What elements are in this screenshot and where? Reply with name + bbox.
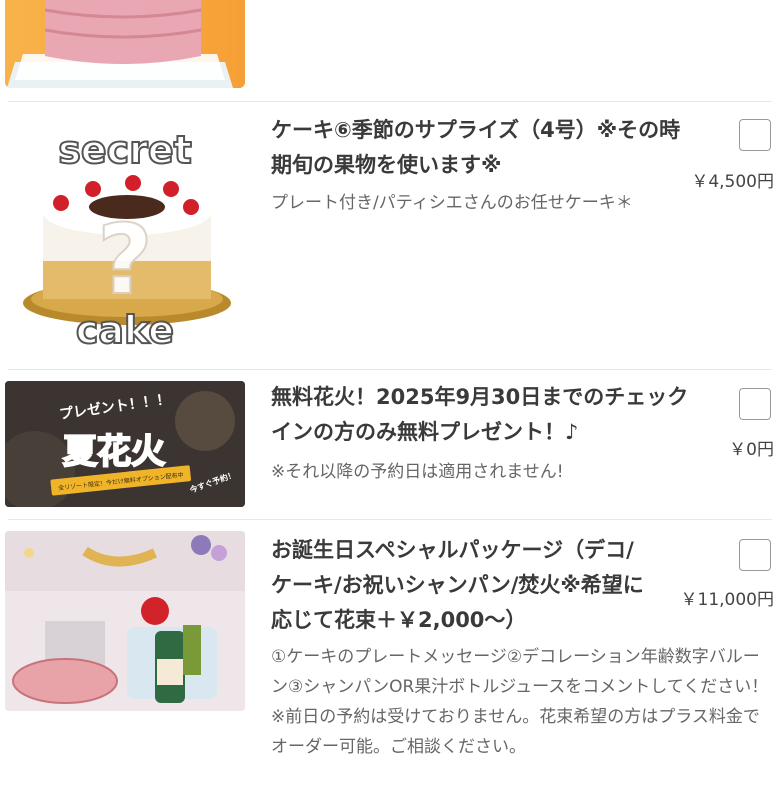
fireworks-banner-image: プレゼント！！！ 夏花火 全リゾート限定！今だけ無料オプション配布中 今すぐ予約… [5,381,245,507]
select-checkbox[interactable] [739,388,771,420]
secret-cake-image: secret ? cake [5,123,245,349]
item-description: ①ケーキのプレートメッセージ②デコレーション年齢数字バルーン③シャンパンOR果汁… [271,647,769,757]
main-word: 夏花火 [63,432,165,472]
svg-text:?: ? [97,204,153,316]
select-checkbox[interactable] [739,119,771,151]
previous-item-image [5,0,245,88]
item-title: 無料花火！2025年9月30日までのチェックインの方のみ無料プレゼント！♪ [271,385,689,444]
item-title: お誕生日スペシャルパッケージ（デコ/ケーキ/お祝いシャンパン/焚火※希望に応じて… [271,538,644,632]
item-price: ￥0円 [729,440,774,460]
item-title: ケーキ⑥季節のサプライズ（4号）※その時期旬の果物を使います※ [271,118,681,177]
list-item-seasonal-cake[interactable]: secret ? cake ケーキ⑥季節のサプライズ（4号）※その時期旬の果物を… [0,101,780,369]
item-description: プレート付き/パティシエさんのお任せケーキ＊ [271,193,633,213]
select-checkbox[interactable] [739,539,771,571]
list-item-birthday-package[interactable]: お誕生日スペシャルパッケージ（デコ/ケーキ/お祝いシャンパン/焚火※希望に応じて… [0,519,780,801]
item-price: ￥11,000円 [680,590,774,610]
birthday-package-image [5,531,245,711]
secret-word: secret [58,128,192,172]
item-description: ※それ以降の予約日は適用されません! [271,462,564,482]
item-price: ￥4,500円 [691,172,774,192]
list-item-free-fireworks[interactable]: プレゼント！！！ 夏花火 全リゾート限定！今だけ無料オプション配布中 今すぐ予約… [0,369,780,519]
cake-word: cake [76,308,174,349]
